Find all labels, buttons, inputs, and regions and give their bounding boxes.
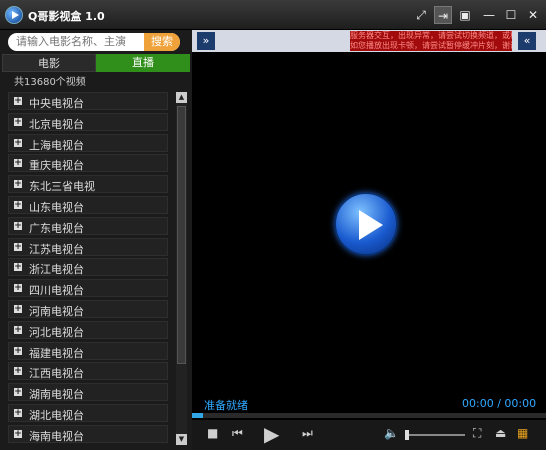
maximize-icon[interactable]: ☐ bbox=[502, 6, 520, 24]
progress-bar[interactable] bbox=[192, 413, 546, 418]
expand-plus-icon[interactable]: + bbox=[14, 200, 22, 209]
video-count: 共13680个视频 bbox=[14, 77, 86, 88]
playlist-icon[interactable]: ▦ bbox=[517, 426, 528, 440]
expand-plus-icon[interactable]: + bbox=[14, 221, 22, 230]
progress-fill bbox=[192, 413, 203, 418]
ticker-line: 如您播放出现卡顿，请尝试暂停缓冲片刻，谢谢支持 bbox=[350, 41, 512, 50]
expand-right-icon[interactable]: » bbox=[197, 32, 215, 50]
previous-icon[interactable]: ⏮ bbox=[232, 426, 243, 441]
channel-label: 海南电视台 bbox=[29, 429, 84, 443]
channel-item[interactable]: + 上海电视台 bbox=[8, 133, 168, 152]
channel-label: 上海电视台 bbox=[29, 138, 84, 152]
pin-icon[interactable]: ⇥ bbox=[434, 6, 452, 24]
control-bar: ■ ⏮ ▶ ⏭ 🔈 ⛶ ⏏ ▦ bbox=[192, 420, 546, 450]
channel-item[interactable]: + 山东电视台 bbox=[8, 195, 168, 214]
channel-label: 中央电视台 bbox=[29, 97, 84, 110]
channel-label: 江苏电视台 bbox=[29, 242, 84, 256]
eject-icon[interactable]: ⏏ bbox=[495, 426, 506, 440]
channel-label: 重庆电视台 bbox=[29, 159, 84, 173]
channel-item[interactable]: + 北京电视台 bbox=[8, 112, 168, 131]
sidebar: 搜索 电影 直播 共13680个视频 + 中央电视台 + 北京电视台 + 上海电视台 + 重庆… bbox=[0, 30, 192, 450]
channel-scrollbar[interactable]: ▲ ▼ bbox=[176, 92, 187, 445]
play-icon[interactable] bbox=[334, 192, 398, 256]
channel-label: 福建电视台 bbox=[29, 346, 84, 360]
channel-item[interactable]: + 湖北电视台 bbox=[8, 403, 168, 422]
channel-item[interactable]: + 四川电视台 bbox=[8, 279, 168, 298]
fullscreen-icon[interactable]: ⛶ bbox=[473, 426, 481, 441]
channel-label: 浙江电视台 bbox=[29, 263, 84, 277]
volume-slider[interactable] bbox=[405, 434, 465, 436]
expand-plus-icon[interactable]: + bbox=[14, 242, 22, 251]
expand-plus-icon[interactable]: + bbox=[14, 263, 22, 272]
expand-plus-icon[interactable]: + bbox=[14, 284, 22, 293]
channel-item[interactable]: + 河南电视台 bbox=[8, 299, 168, 318]
volume-knob[interactable] bbox=[404, 430, 409, 440]
channel-item[interactable]: + 广东电视台 bbox=[8, 216, 168, 235]
notice-bar: » 服务器交互，出现异常，请尝试切换频道，或稍候再试 如您播放出现卡顿，请尝试暂… bbox=[192, 30, 546, 52]
scroll-up-icon[interactable]: ▲ bbox=[176, 92, 187, 103]
scroll-down-icon[interactable]: ▼ bbox=[176, 434, 187, 445]
tab-movies[interactable]: 电影 bbox=[2, 54, 96, 72]
channel-label: 湖南电视台 bbox=[29, 388, 84, 402]
expand-plus-icon[interactable]: + bbox=[14, 346, 22, 355]
expand-plus-icon[interactable]: + bbox=[14, 117, 22, 126]
scroll-thumb[interactable] bbox=[177, 106, 186, 364]
channel-label: 江西电视台 bbox=[29, 367, 84, 381]
expand-plus-icon[interactable]: + bbox=[14, 325, 22, 334]
volume-icon[interactable]: 🔈 bbox=[384, 426, 399, 440]
channel-label: 广东电视台 bbox=[29, 221, 84, 235]
channel-item[interactable]: + 江西电视台 bbox=[8, 362, 168, 381]
tab-bar: 电影 直播 bbox=[2, 54, 190, 72]
channel-item[interactable]: + 河北电视台 bbox=[8, 320, 168, 339]
channel-label: 北京电视台 bbox=[29, 117, 84, 131]
channel-item[interactable]: + 海南电视台 bbox=[8, 424, 168, 443]
minimize-icon[interactable]: — bbox=[480, 6, 498, 24]
channel-label: 湖北电视台 bbox=[29, 408, 84, 422]
expand-icon[interactable]: ⤢ bbox=[412, 6, 430, 24]
player-area: » 服务器交互，出现异常，请尝试切换频道，或稍候再试 如您播放出现卡顿，请尝试暂… bbox=[192, 30, 546, 450]
expand-plus-icon[interactable]: + bbox=[14, 159, 22, 168]
collapse-left-icon[interactable]: « bbox=[518, 32, 536, 50]
channel-label: 东北三省电视 bbox=[29, 180, 95, 194]
channel-item[interactable]: + 东北三省电视 bbox=[8, 175, 168, 194]
channel-item[interactable]: + 中央电视台 bbox=[8, 92, 168, 110]
stop-icon[interactable]: ■ bbox=[207, 426, 218, 440]
expand-plus-icon[interactable]: + bbox=[14, 138, 22, 147]
play-small-icon[interactable]: ▶ bbox=[264, 422, 279, 446]
ticker-line: 服务器交互，出现异常，请尝试切换频道，或稍候再试 bbox=[350, 31, 512, 40]
channel-label: 河北电视台 bbox=[29, 325, 84, 339]
search-input[interactable] bbox=[16, 33, 142, 51]
expand-plus-icon[interactable]: + bbox=[14, 408, 22, 417]
channel-item[interactable]: + 湖南电视台 bbox=[8, 383, 168, 402]
channel-item[interactable]: + 江苏电视台 bbox=[8, 237, 168, 256]
expand-plus-icon[interactable]: + bbox=[14, 429, 22, 438]
app-logo-icon bbox=[5, 6, 23, 24]
title-bar: Q哥影视盒 1.0 ⤢ ⇥ ▣ — ☐ ✕ bbox=[0, 0, 546, 30]
channel-label: 河南电视台 bbox=[29, 304, 84, 318]
expand-plus-icon[interactable]: + bbox=[14, 388, 22, 397]
channel-item[interactable]: + 福建电视台 bbox=[8, 341, 168, 360]
window-icon[interactable]: ▣ bbox=[456, 6, 474, 24]
channel-list: + 中央电视台 + 北京电视台 + 上海电视台 + 重庆电视台 + 东北三省电视 + 山东电视台 + 广东… bbox=[8, 92, 170, 446]
window-title: Q哥影视盒 1.0 bbox=[28, 10, 105, 23]
time-display: 00:00 / 00:00 bbox=[462, 397, 537, 410]
notice-ticker: 服务器交互，出现异常，请尝试切换频道，或稍候再试 如您播放出现卡顿，请尝试暂停缓… bbox=[350, 31, 512, 51]
expand-plus-icon[interactable]: + bbox=[14, 367, 22, 376]
expand-plus-icon[interactable]: + bbox=[14, 304, 22, 313]
close-icon[interactable]: ✕ bbox=[524, 6, 542, 24]
player-status: 准备就绪 bbox=[204, 399, 248, 412]
tab-live[interactable]: 直播 bbox=[96, 54, 190, 72]
search-box: 搜索 bbox=[8, 33, 180, 51]
channel-label: 四川电视台 bbox=[29, 284, 84, 298]
expand-plus-icon[interactable]: + bbox=[14, 180, 22, 189]
channel-item[interactable]: + 重庆电视台 bbox=[8, 154, 168, 173]
channel-item[interactable]: + 浙江电视台 bbox=[8, 258, 168, 277]
expand-plus-icon[interactable]: + bbox=[14, 97, 22, 106]
search-button[interactable]: 搜索 bbox=[144, 33, 180, 51]
next-icon[interactable]: ⏭ bbox=[302, 426, 313, 441]
channel-label: 山东电视台 bbox=[29, 200, 84, 214]
